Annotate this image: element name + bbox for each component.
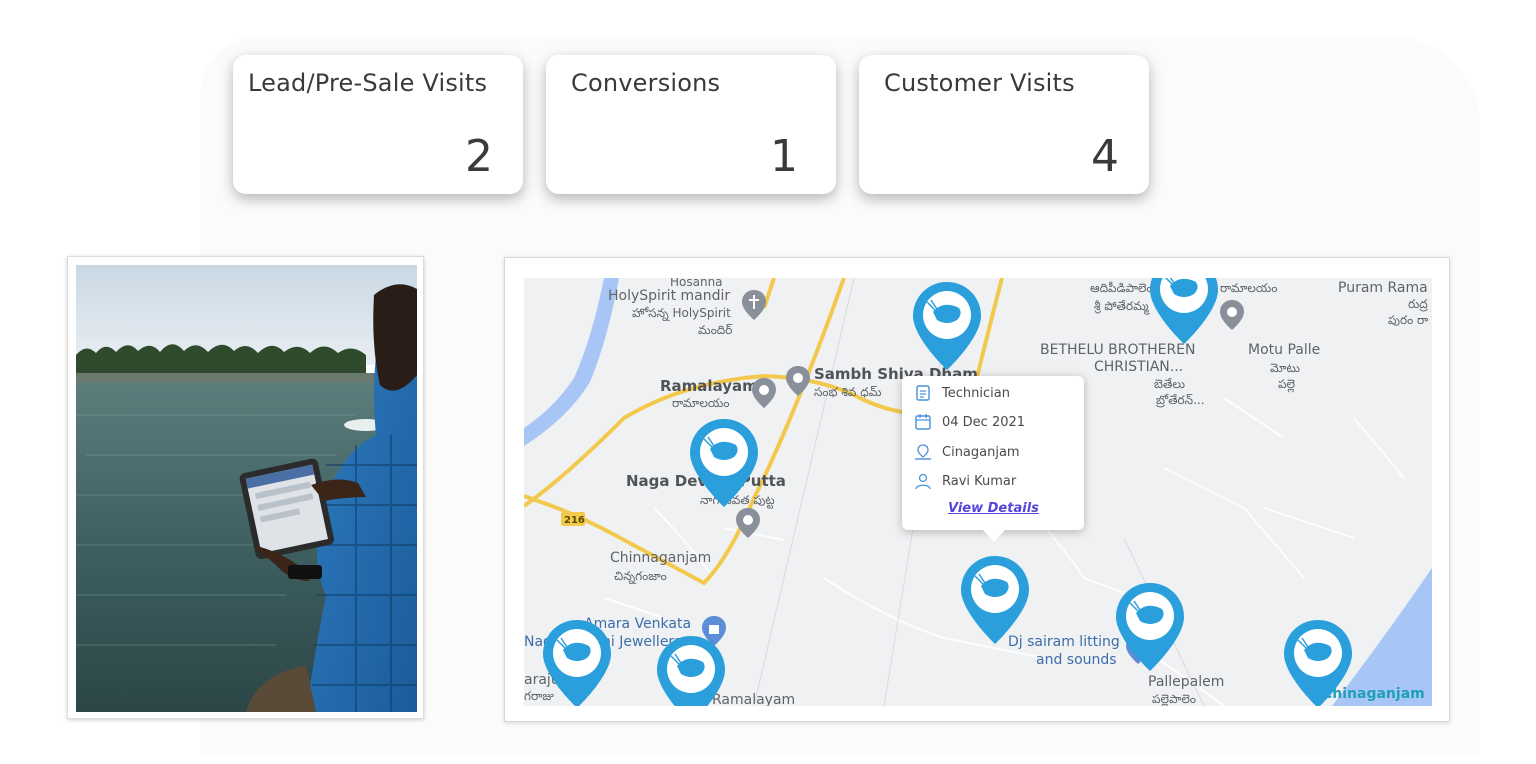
map-label: HolySpirit mandir bbox=[608, 288, 731, 304]
place-marker-icon[interactable] bbox=[736, 508, 760, 538]
lead-visits-label: Lead/Pre-Sale Visits bbox=[248, 69, 488, 97]
place-marker-icon[interactable] bbox=[1220, 300, 1244, 330]
place-marker-icon[interactable] bbox=[786, 366, 810, 396]
conversions-label: Conversions bbox=[571, 69, 721, 97]
conversions-count: 1 bbox=[770, 131, 798, 182]
map-label: హోసన్న HolySpirit bbox=[632, 306, 731, 320]
map-label: రామాలయం bbox=[672, 396, 730, 410]
shrimp-visit-pin-icon[interactable] bbox=[1284, 620, 1352, 706]
map-label: Chinnaganjam bbox=[610, 550, 712, 566]
lead-visits-count: 2 bbox=[465, 131, 493, 182]
map-frame: Hosanna HolySpirit mandir హోసన్న HolySpi… bbox=[504, 257, 1450, 722]
road-shield-216: 216 bbox=[564, 515, 585, 526]
shrimp-visit-pin-icon[interactable] bbox=[690, 419, 758, 507]
popup-date: 04 Dec 2021 bbox=[942, 414, 1026, 430]
customer-visits-count: 4 bbox=[1091, 131, 1119, 182]
map-label: మోటు bbox=[1270, 361, 1300, 375]
popup-person: Ravi Kumar bbox=[942, 473, 1017, 489]
shrimp-visit-pin-icon[interactable] bbox=[657, 636, 725, 706]
map-label: పల్లె bbox=[1278, 377, 1296, 391]
view-details-link[interactable]: View Details bbox=[948, 501, 1039, 516]
popup-location: Cinaganjam bbox=[942, 444, 1020, 460]
calendar-icon bbox=[915, 414, 931, 430]
popup-location-row: Cinaganjam bbox=[914, 442, 1020, 462]
customer-visits-label: Customer Visits bbox=[884, 69, 1075, 97]
popup-role-row: Technician bbox=[914, 383, 1010, 403]
place-marker-icon[interactable] bbox=[742, 290, 766, 320]
map-label: రుద్ర bbox=[1408, 297, 1428, 311]
clipboard-icon bbox=[916, 385, 930, 401]
map-label: చిన్నగంజాం bbox=[614, 569, 667, 583]
popup-date-row: 04 Dec 2021 bbox=[914, 412, 1025, 432]
visit-info-popup: Technician 04 Dec 2021 Cinaganjam Ravi K… bbox=[902, 376, 1084, 542]
map-label: Pallepalem bbox=[1148, 674, 1225, 690]
map-label: CHRISTIAN... bbox=[1094, 359, 1184, 375]
visits-map[interactable]: Hosanna HolySpirit mandir హోసన్న HolySpi… bbox=[524, 278, 1432, 706]
map-label: Puram Rama bbox=[1338, 280, 1428, 296]
map-label: Motu Palle bbox=[1248, 342, 1321, 358]
shrimp-visit-pin-icon[interactable] bbox=[1116, 583, 1184, 671]
map-label: Ramalayam bbox=[660, 377, 758, 395]
customer-visits-card[interactable]: Customer Visits 4 bbox=[859, 55, 1149, 194]
lead-visits-card[interactable]: Lead/Pre-Sale Visits 2 bbox=[233, 55, 523, 194]
shrimp-visit-pin-icon[interactable] bbox=[961, 556, 1029, 644]
map-label: బెతేలు bbox=[1154, 377, 1185, 391]
place-marker-icon[interactable] bbox=[752, 378, 776, 408]
field-photo-frame bbox=[67, 256, 424, 719]
map-label: పల్లెపాలెం bbox=[1152, 692, 1197, 706]
map-label: రామాలయం bbox=[1220, 281, 1278, 295]
map-label: మందిర్ bbox=[698, 323, 733, 337]
user-icon bbox=[915, 473, 931, 490]
popup-person-row: Ravi Kumar bbox=[914, 471, 1016, 491]
map-label: BETHELU BROTHEREN bbox=[1040, 342, 1196, 358]
conversions-card[interactable]: Conversions 1 bbox=[546, 55, 836, 194]
map-label: సంభ శివ ధమ్ bbox=[814, 385, 882, 399]
technician-with-tablet-photo bbox=[76, 265, 417, 712]
shrimp-visit-pin-icon[interactable] bbox=[543, 620, 611, 706]
map-label: బ్రోతేరన్... bbox=[1156, 393, 1205, 407]
map-label: and sounds bbox=[1036, 652, 1117, 668]
location-icon bbox=[915, 444, 931, 460]
map-label: ఆదిపీడిపాలెం bbox=[1090, 281, 1153, 295]
popup-role: Technician bbox=[942, 385, 1010, 401]
shrimp-visit-pin-icon[interactable] bbox=[1150, 278, 1218, 344]
shrimp-visit-pin-icon[interactable] bbox=[913, 282, 981, 370]
map-label: పురం రా bbox=[1388, 313, 1429, 327]
field-photo bbox=[76, 265, 417, 712]
map-label: శ్రీ పోతేరమ్మ bbox=[1094, 299, 1149, 313]
